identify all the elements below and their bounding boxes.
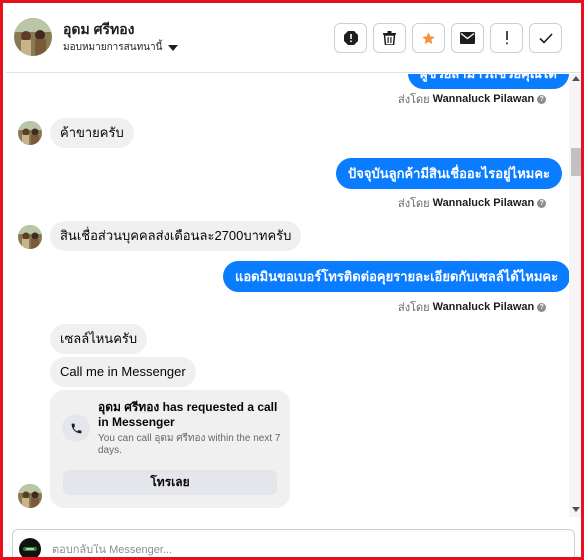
app-frame: อุดม ศรีทอง มอบหมายการสนทนานี้ ส่งโดย Wa… <box>0 0 584 560</box>
header-actions <box>334 23 562 53</box>
outgoing-message: ผู้ช่วยสามารถช่วยคุณได้ <box>408 74 569 89</box>
exclamation-icon <box>505 31 508 45</box>
sent-by-label: ส่งโดย Wannaluck Pilawan ? <box>398 298 547 316</box>
page-avatar <box>19 538 41 557</box>
scroll-up-arrow-icon[interactable] <box>572 76 580 81</box>
call-request-subtitle: You can call อุดม ศรีทอง within the next… <box>98 433 281 456</box>
incoming-message: เซลล์ไหนครับ <box>50 324 148 354</box>
reply-composer <box>12 529 575 557</box>
sender-name: Wannaluck Pilawan <box>432 197 535 209</box>
reply-input[interactable] <box>52 544 532 556</box>
sender-name: Wannaluck Pilawan <box>432 93 535 105</box>
star-button[interactable] <box>412 23 445 53</box>
caret-down-icon <box>168 44 179 51</box>
incoming-message: สินเชื่อส่วนบุคคลส่งเดือนละ2700บาทครับ <box>50 221 302 251</box>
sent-by-prefix: ส่งโดย <box>398 198 430 210</box>
assign-label: มอบหมายการสนทนานี้ <box>63 42 163 53</box>
trash-icon <box>383 31 396 45</box>
help-icon[interactable]: ? <box>537 198 547 208</box>
contact-name: อุดม ศรีทอง <box>63 21 135 37</box>
scroll-down-arrow-icon[interactable] <box>572 507 580 512</box>
phone-icon <box>71 423 81 433</box>
incoming-message: ค้าขายครับ <box>50 118 134 148</box>
spam-button[interactable] <box>490 23 523 53</box>
report-button[interactable] <box>334 23 367 53</box>
scroll-thumb[interactable] <box>571 148 581 176</box>
sender-name: Wannaluck Pilawan <box>432 301 535 313</box>
thread-scrollbar[interactable] <box>569 74 581 517</box>
sent-by-label: ส่งโดย Wannaluck Pilawan ? <box>398 90 547 108</box>
contact-avatar-small[interactable] <box>18 225 42 249</box>
sent-by-prefix: ส่งโดย <box>398 94 430 106</box>
incoming-message: Call me in Messenger <box>50 357 196 387</box>
sent-by-label: ส่งโดย Wannaluck Pilawan ? <box>398 194 547 212</box>
contact-avatar-small[interactable] <box>18 121 42 145</box>
call-now-button[interactable]: โทรเลย <box>63 470 277 495</box>
message-thread[interactable]: ผู้ช่วยสามารถช่วยคุณได้ ส่งโดย Wannaluck… <box>6 74 581 517</box>
envelope-icon <box>460 32 475 44</box>
conversation-header: อุดม ศรีทอง มอบหมายการสนทนานี้ <box>6 6 581 73</box>
assign-conversation-dropdown[interactable]: มอบหมายการสนทนานี้ <box>63 40 179 55</box>
delete-button[interactable] <box>373 23 406 53</box>
done-button[interactable] <box>529 23 562 53</box>
sent-by-prefix: ส่งโดย <box>398 302 430 314</box>
help-icon[interactable]: ? <box>537 94 547 104</box>
mark-unread-button[interactable] <box>451 23 484 53</box>
phone-icon-container <box>62 414 90 442</box>
contact-avatar-small[interactable] <box>18 484 42 508</box>
star-icon <box>422 31 435 44</box>
help-icon[interactable]: ? <box>537 302 547 312</box>
report-icon <box>343 31 358 45</box>
check-icon <box>538 32 553 44</box>
call-request-card: อุดม ศรีทอง has requested a call in Mess… <box>50 390 290 508</box>
contact-avatar[interactable] <box>14 18 52 56</box>
outgoing-message: แอดมินขอเบอร์โทรติดต่อคุยรายละเอียดกับเซ… <box>223 261 571 292</box>
outgoing-message: ปัจจุบันลูกค้ามีสินเชื่ออะไรอยู่ไหมคะ <box>336 158 563 189</box>
call-request-title: อุดม ศรีทอง has requested a call in Mess… <box>98 400 278 429</box>
